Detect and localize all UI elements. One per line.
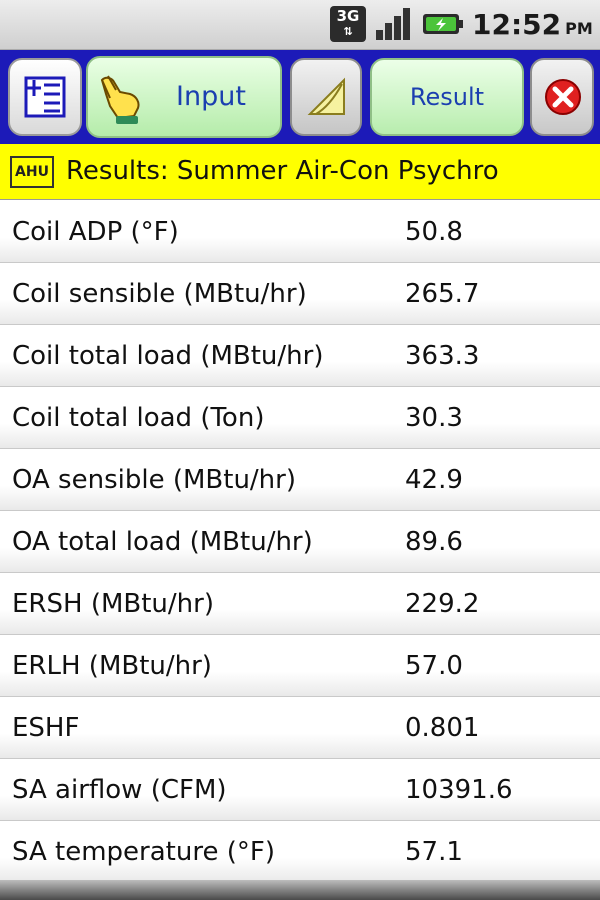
battery-charging-icon — [423, 14, 463, 34]
data-arrows-icon: ⇅ — [343, 25, 353, 38]
results-title-bar: AHU Results: Summer Air-Con Psychro — [0, 144, 600, 200]
input-button[interactable]: Input — [86, 56, 282, 138]
result-row-coil-sensible: Coil sensible (MBtu/hr) 265.7 — [0, 263, 600, 325]
result-row-sa-airflow: SA airflow (CFM) 10391.6 — [0, 759, 600, 821]
result-label: Coil ADP (°F) — [12, 217, 179, 247]
add-list-icon — [24, 76, 66, 118]
psychro-chart-button[interactable] — [290, 58, 362, 136]
result-value: 30.3 — [405, 403, 463, 433]
result-row-coil-adp: Coil ADP (°F) 50.8 — [0, 201, 600, 263]
result-row-erlh: ERLH (MBtu/hr) 57.0 — [0, 635, 600, 697]
result-row-oa-sensible: OA sensible (MBtu/hr) 42.9 — [0, 449, 600, 511]
result-label: ESHF — [12, 713, 80, 743]
clock-ampm: PM — [565, 19, 593, 38]
network-3g-icon: 3G ⇅ — [330, 6, 366, 42]
psychro-chart-icon — [307, 77, 345, 115]
result-label: Coil total load (MBtu/hr) — [12, 341, 324, 371]
result-label: OA total load (MBtu/hr) — [12, 527, 313, 557]
add-item-button[interactable] — [8, 58, 82, 136]
result-row-ersh: ERSH (MBtu/hr) 229.2 — [0, 573, 600, 635]
ahu-icon: AHU — [10, 156, 54, 188]
close-button[interactable] — [530, 58, 594, 136]
status-bar: 3G ⇅ 12:52 PM — [0, 0, 600, 50]
result-value: 42.9 — [405, 465, 463, 495]
result-value: 50.8 — [405, 217, 463, 247]
result-row-sa-temperature: SA temperature (°F) 57.1 — [0, 821, 600, 883]
result-label: SA temperature (°F) — [12, 837, 275, 867]
network-type: 3G — [336, 7, 360, 25]
bottom-shadow — [0, 880, 600, 900]
result-row-coil-total-load-mbtu: Coil total load (MBtu/hr) 363.3 — [0, 325, 600, 387]
result-label: ERSH (MBtu/hr) — [12, 589, 214, 619]
result-value: 57.1 — [405, 837, 463, 867]
result-button[interactable]: Result — [370, 58, 524, 136]
result-label: ERLH (MBtu/hr) — [12, 651, 212, 681]
close-icon — [545, 79, 581, 115]
result-row-oa-total-load: OA total load (MBtu/hr) 89.6 — [0, 511, 600, 573]
result-label: Coil sensible (MBtu/hr) — [12, 279, 307, 309]
result-value: 89.6 — [405, 527, 463, 557]
toolbar: Input Result — [0, 50, 600, 144]
results-list: Coil ADP (°F) 50.8 Coil sensible (MBtu/h… — [0, 201, 600, 883]
result-row-eshf: ESHF 0.801 — [0, 697, 600, 759]
result-value: 229.2 — [405, 589, 480, 619]
result-row-coil-total-load-ton: Coil total load (Ton) 30.3 — [0, 387, 600, 449]
result-button-label: Result — [409, 83, 485, 111]
clock-time: 12:52 — [472, 8, 562, 41]
pointing-hand-icon — [100, 75, 140, 124]
result-label: SA airflow (CFM) — [12, 775, 227, 805]
result-value: 265.7 — [405, 279, 480, 309]
result-label: Coil total load (Ton) — [12, 403, 265, 433]
input-button-label: Input — [176, 81, 246, 112]
page-title: Results: Summer Air-Con Psychro — [66, 156, 499, 186]
result-value: 57.0 — [405, 651, 463, 681]
signal-bars-icon — [376, 8, 410, 40]
result-value: 0.801 — [405, 713, 480, 743]
result-value: 10391.6 — [405, 775, 513, 805]
result-label: OA sensible (MBtu/hr) — [12, 465, 296, 495]
result-value: 363.3 — [405, 341, 480, 371]
clock: 12:52 PM — [472, 5, 593, 45]
